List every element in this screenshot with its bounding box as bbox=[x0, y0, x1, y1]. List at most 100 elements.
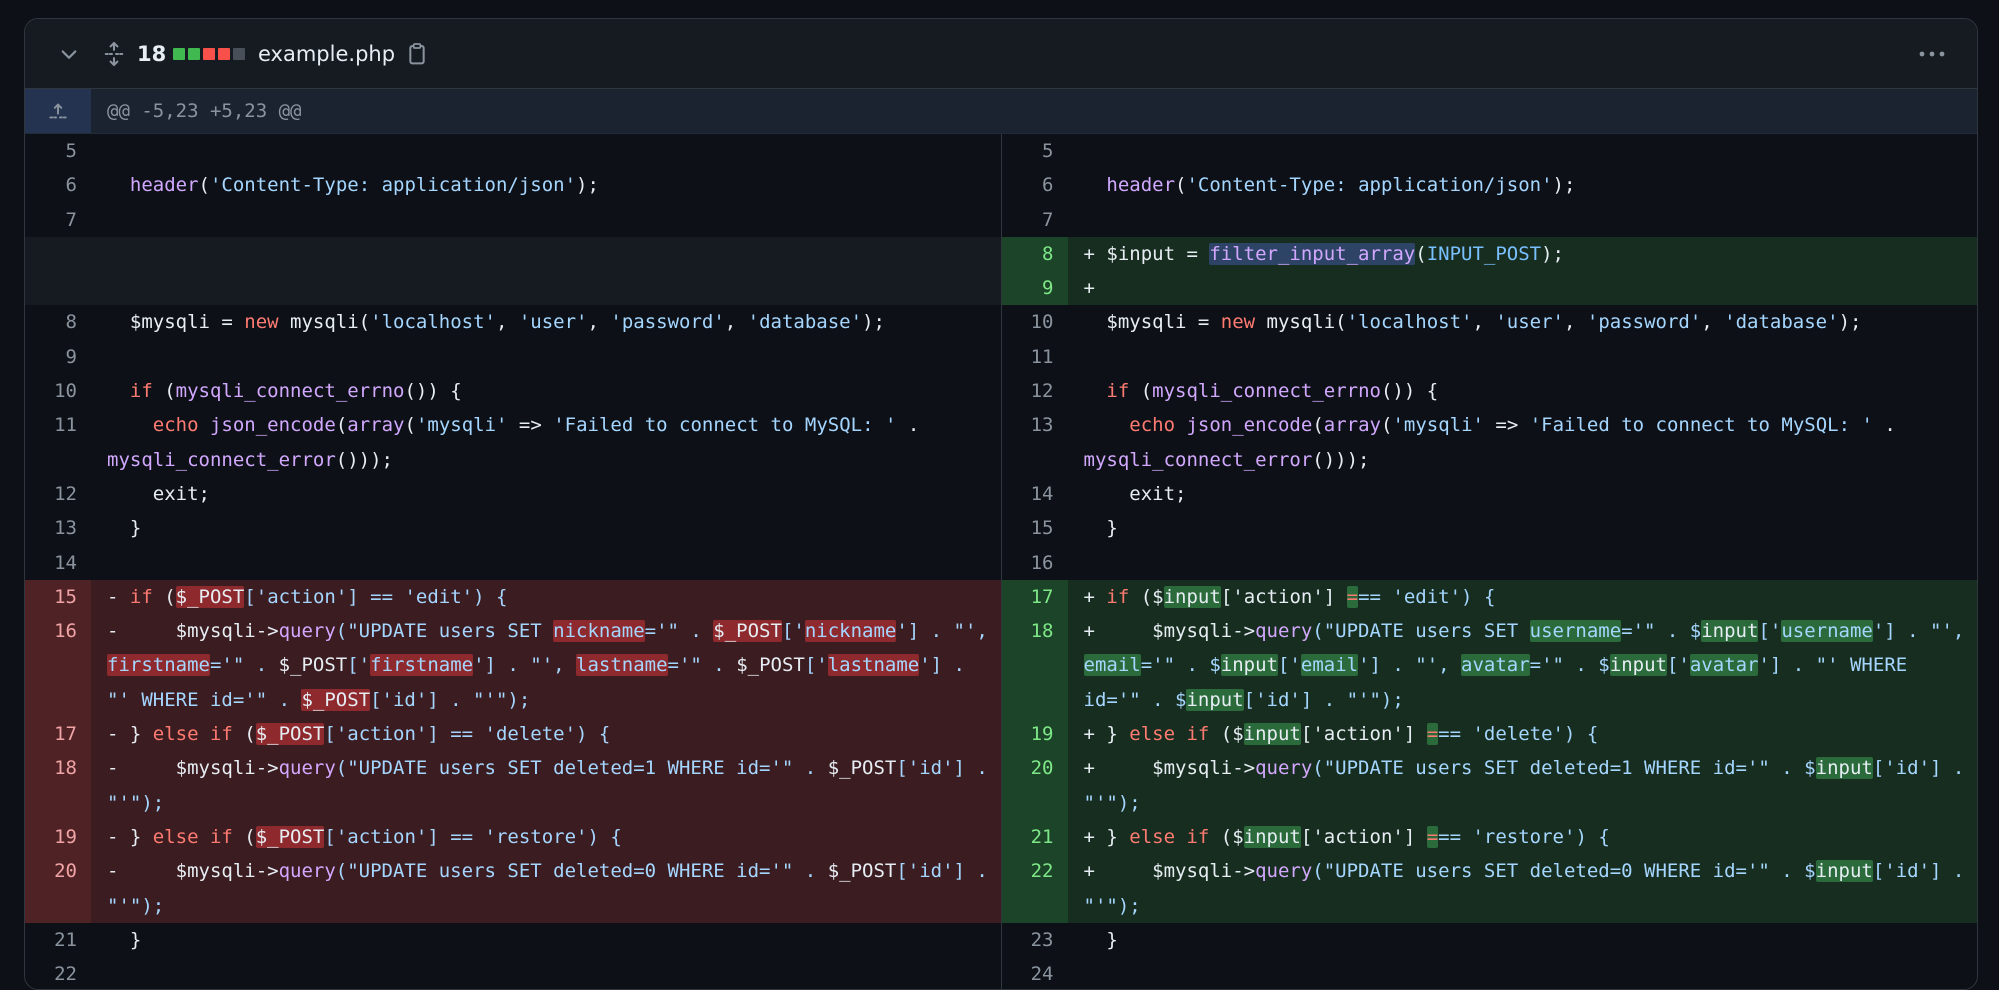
code-token: [' bbox=[1758, 620, 1782, 643]
line-number[interactable]: 14 bbox=[1002, 477, 1068, 511]
diff-line: 22​ bbox=[25, 957, 1001, 989]
line-number[interactable]: 24 bbox=[1002, 957, 1068, 989]
diff-line: 24​ bbox=[1002, 957, 1978, 989]
code-line: } bbox=[91, 923, 1001, 957]
diff-line: 18 + $mysqli->query("UPDATE users SET use… bbox=[1001, 614, 1977, 718]
code-token: input bbox=[1815, 757, 1873, 780]
code-token: ()) { bbox=[404, 380, 462, 403]
code-token: = bbox=[1346, 585, 1359, 608]
diff-line: 5​ bbox=[25, 134, 1001, 168]
line-number[interactable]: 12 bbox=[1002, 374, 1068, 408]
code-token: echo bbox=[152, 414, 199, 437]
line-number[interactable]: 9 bbox=[1001, 271, 1068, 306]
code-line: + $input = filter_input_array(INPUT_POST… bbox=[1068, 237, 1978, 271]
code-token: + $mysqli-> bbox=[1083, 620, 1256, 643]
line-number[interactable]: 17 bbox=[25, 717, 91, 752]
copy-icon[interactable] bbox=[406, 19, 428, 88]
code-token: ($ bbox=[1209, 825, 1244, 848]
line-number[interactable]: 19 bbox=[1001, 717, 1068, 752]
line-number[interactable]: 13 bbox=[25, 511, 91, 545]
line-number[interactable]: 22 bbox=[1001, 854, 1068, 923]
line-number[interactable]: 7 bbox=[1002, 203, 1068, 237]
line-number[interactable]: 10 bbox=[25, 374, 91, 408]
code-token: nickname bbox=[804, 620, 897, 643]
code-line: ​ bbox=[91, 237, 1001, 271]
diff-line: 21 } bbox=[25, 923, 1001, 957]
code-token: . bbox=[1872, 414, 1908, 437]
line-number[interactable]: 21 bbox=[1001, 819, 1068, 855]
line-number[interactable]: 10 bbox=[1002, 305, 1068, 339]
diff-line: 6 header('Content-Type: application/json… bbox=[1002, 168, 1978, 202]
code-token: 'password' bbox=[1586, 311, 1702, 334]
code-token: '] . "', bbox=[1872, 620, 1976, 643]
unfold-icon[interactable] bbox=[103, 19, 125, 88]
line-number[interactable]: 18 bbox=[25, 751, 91, 820]
kebab-horizontal-icon[interactable] bbox=[1918, 19, 1946, 88]
code-token: ("UPDATE users SET deleted=0 WHERE id='"… bbox=[1312, 860, 1816, 883]
line-number[interactable]: 6 bbox=[25, 168, 91, 202]
line-number[interactable]: 22 bbox=[25, 957, 91, 989]
diff-line: 7​ bbox=[1002, 203, 1978, 237]
code-token: ("UPDATE users SET bbox=[1312, 620, 1530, 643]
line-number[interactable]: 18 bbox=[1001, 614, 1068, 718]
line-number[interactable]: 20 bbox=[1001, 751, 1068, 820]
code-token: ( bbox=[1129, 380, 1153, 403]
line-number[interactable]: 8 bbox=[25, 305, 91, 339]
diff-line: 21 + } else if ($input['action'] === 'res… bbox=[1001, 819, 1977, 855]
code-token: else if bbox=[1129, 723, 1210, 746]
code-token: + } bbox=[1083, 723, 1130, 746]
code-token: , bbox=[1701, 311, 1725, 334]
diff-line: 20- $mysqli->query("UPDATE users SET del… bbox=[25, 854, 1001, 923]
line-number[interactable]: 21 bbox=[25, 923, 91, 957]
code-token: $_POST bbox=[175, 585, 245, 608]
code-token: ='" . $ bbox=[1529, 654, 1610, 677]
line-number[interactable]: 20 bbox=[25, 854, 91, 923]
code-token: 'user' bbox=[518, 311, 588, 334]
expand-up-icon[interactable] bbox=[25, 89, 91, 133]
line-number[interactable]: 23 bbox=[1002, 923, 1068, 957]
code-token: [' bbox=[1666, 654, 1690, 677]
line-number[interactable]: 19 bbox=[25, 819, 91, 855]
code-line: ​ bbox=[91, 546, 1001, 580]
code-line: + } else if ($input['action'] === 'delet… bbox=[1068, 717, 1978, 751]
code-token: + } bbox=[1083, 825, 1130, 848]
line-number[interactable]: 16 bbox=[1002, 546, 1068, 580]
code-token: ( bbox=[1312, 414, 1324, 437]
line-number[interactable]: 9 bbox=[25, 340, 91, 374]
diff-line: 16- $mysqli->query("UPDATE users SET nic… bbox=[25, 614, 1001, 718]
code-line: - $mysqli->query("UPDATE users SET delet… bbox=[91, 751, 1001, 820]
code-token: ['action'] == 'delete') { bbox=[324, 723, 611, 746]
code-token: [' bbox=[347, 654, 371, 677]
code-token: - bbox=[107, 585, 130, 608]
diff-line: 12 if (mysqli_connect_errno()) { bbox=[1002, 374, 1978, 408]
line-number[interactable]: 15 bbox=[25, 579, 91, 615]
code-token: [' bbox=[1277, 654, 1301, 677]
line-number[interactable]: 5 bbox=[1002, 134, 1068, 168]
code-line: ​ bbox=[91, 957, 1001, 989]
code-token: mysqli_connect_error bbox=[1083, 448, 1313, 471]
line-number[interactable]: 11 bbox=[25, 408, 91, 477]
line-number[interactable]: 16 bbox=[25, 614, 91, 718]
line-number[interactable]: 13 bbox=[1002, 408, 1068, 477]
line-number[interactable]: 8 bbox=[1001, 236, 1068, 272]
line-number[interactable]: 7 bbox=[25, 203, 91, 237]
code-token: ['id'] . "'"); bbox=[370, 688, 531, 711]
file-name[interactable]: example.php bbox=[258, 19, 395, 88]
code-token: lastname bbox=[576, 654, 668, 677]
line-number[interactable]: 14 bbox=[25, 546, 91, 580]
line-number[interactable]: 5 bbox=[25, 134, 91, 168]
code-token: == 'restore') { bbox=[1438, 825, 1610, 848]
line-number[interactable]: 12 bbox=[25, 477, 91, 511]
line-number[interactable]: 11 bbox=[1002, 340, 1068, 374]
line-number[interactable]: 6 bbox=[1002, 168, 1068, 202]
chevron-down-icon[interactable] bbox=[59, 19, 79, 88]
code-token: ("UPDATE users SET deleted=1 WHERE id='"… bbox=[335, 757, 828, 780]
code-token: 'mysqli' bbox=[415, 414, 508, 437]
line-number[interactable]: 15 bbox=[1002, 511, 1068, 545]
line-number[interactable]: 17 bbox=[1001, 579, 1068, 615]
code-token: firstname bbox=[107, 654, 210, 677]
